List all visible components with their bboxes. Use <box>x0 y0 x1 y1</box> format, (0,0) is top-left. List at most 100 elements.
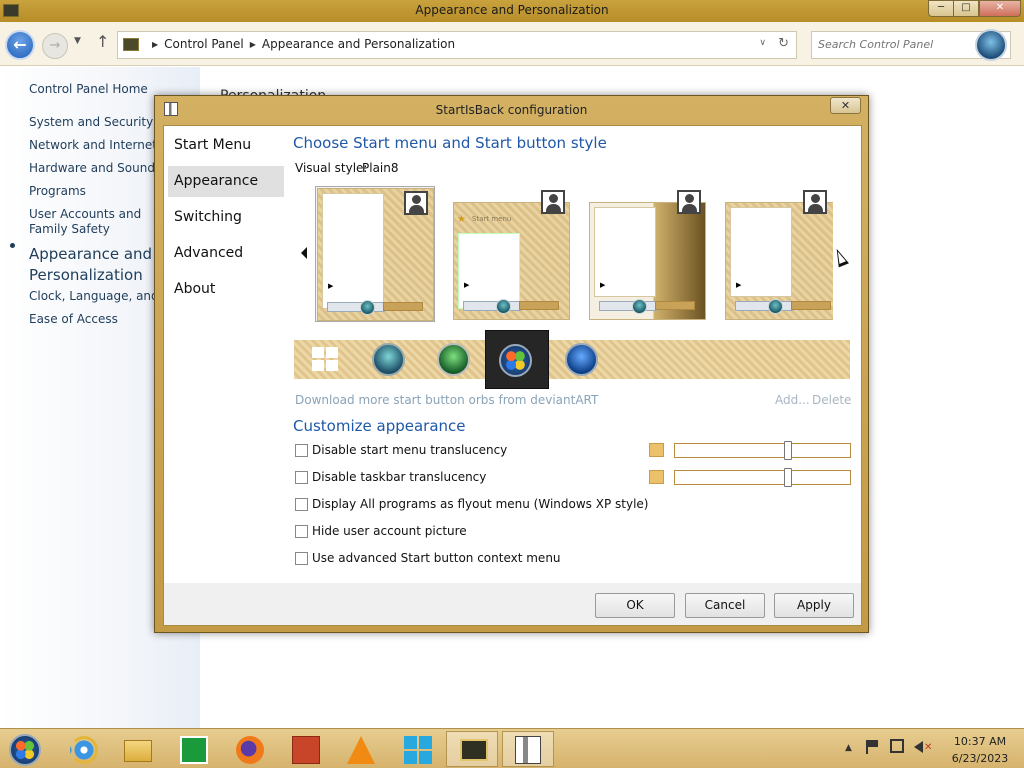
tab-switching[interactable]: Switching <box>168 202 284 233</box>
taskbar-color-swatch[interactable] <box>649 470 664 484</box>
windows-7-orb-icon[interactable] <box>499 344 532 377</box>
checkbox[interactable] <box>295 444 308 457</box>
option-label: Disable taskbar translucency <box>312 470 487 484</box>
search-input[interactable] <box>818 38 968 51</box>
clock-date[interactable]: 6/23/2023 <box>945 752 1015 765</box>
slider-thumb[interactable] <box>784 441 792 460</box>
taskbar-windows[interactable] <box>390 731 442 767</box>
refresh-icon[interactable]: ↻ <box>778 36 789 51</box>
network-icon[interactable] <box>890 739 904 753</box>
taskbar-firefox[interactable] <box>222 731 274 767</box>
show-hidden-icons-icon[interactable]: ▲ <box>845 743 852 753</box>
sidebar-item-home[interactable]: Control Panel Home <box>29 82 148 96</box>
sidebar-item-ease-of-access[interactable]: Ease of Access <box>29 312 118 326</box>
windows-8-logo-orb-icon[interactable] <box>310 343 343 376</box>
start-menu-preview: ★ Start menu ▶ <box>453 202 570 320</box>
sidebar-item-network[interactable]: Network and Internet <box>29 138 157 152</box>
menu-color-swatch[interactable] <box>649 443 664 457</box>
delete-orb-link[interactable]: Delete <box>812 393 851 407</box>
vlc-cone-icon <box>347 736 375 764</box>
taskbar-store[interactable] <box>166 731 218 767</box>
customize-section-heading: Customize appearance <box>293 417 466 435</box>
option-label: Disable start menu translucency <box>312 443 508 457</box>
download-orbs-link[interactable]: Download more start button orbs from dev… <box>295 393 598 407</box>
sidebar-item-user-accounts[interactable]: User Accounts and Family Safety <box>29 207 159 237</box>
search-bar-preview <box>463 301 521 311</box>
breadcrumb-appearance[interactable]: Appearance and Personalization <box>262 37 455 51</box>
style-thumbnail[interactable]: ▶ <box>315 186 435 322</box>
recent-locations-button[interactable]: ▼ <box>74 36 81 46</box>
windows-logo-icon <box>404 736 432 764</box>
tab-appearance[interactable]: Appearance <box>168 166 284 197</box>
breadcrumb: ▶ Control Panel ▶ Appearance and Personaliz… <box>146 37 455 51</box>
add-orb-link[interactable]: Add... <box>775 393 810 407</box>
checkbox[interactable] <box>295 471 308 484</box>
windows-7-orb-icon <box>9 734 41 766</box>
internet-explorer-icon <box>70 736 98 764</box>
star-icon: ★ <box>457 214 466 225</box>
powerpoint-icon <box>292 736 320 764</box>
taskbar-startisback[interactable] <box>502 731 554 767</box>
checkbox[interactable] <box>295 552 308 565</box>
all-programs-arrow-icon: ▶ <box>600 281 606 289</box>
slider-thumb[interactable] <box>784 468 792 487</box>
cancel-button[interactable]: Cancel <box>685 593 765 618</box>
style-thumbnail[interactable]: ▶ <box>587 186 707 322</box>
menu-panel <box>322 193 384 309</box>
start-orb-icon <box>975 29 1007 61</box>
taskbar-translucency-slider[interactable] <box>674 468 851 487</box>
menu-panel <box>458 233 520 309</box>
startisback-icon <box>515 736 541 764</box>
up-button[interactable]: ↑ <box>96 32 109 51</box>
dialog-close-button[interactable]: ✕ <box>830 97 861 114</box>
ok-button[interactable]: OK <box>595 593 675 618</box>
sidebar-item-appearance[interactable]: Appearance and Personalization <box>29 244 169 286</box>
breadcrumb-control-panel[interactable]: Control Panel <box>164 37 244 51</box>
dialog-body: Start Menu Appearance Switching Advanced… <box>163 125 862 626</box>
taskbar-control-panel[interactable] <box>446 731 498 767</box>
user-picture-icon <box>803 190 827 214</box>
sidebar-item-programs[interactable]: Programs <box>29 184 86 198</box>
maximize-button[interactable]: □ <box>953 0 979 17</box>
address-bar[interactable]: ▶ Control Panel ▶ Appearance and Personaliz… <box>117 31 797 59</box>
menu-translucency-slider[interactable] <box>674 441 851 460</box>
search-box[interactable] <box>811 29 1011 61</box>
scroll-left-arrow-icon[interactable] <box>301 247 307 259</box>
taskbar-file-explorer[interactable] <box>110 731 162 767</box>
startisback-dialog: StartIsBack configuration ✕ Start Menu A… <box>154 95 869 633</box>
tab-start-menu[interactable]: Start Menu <box>168 130 284 161</box>
close-button[interactable]: ✕ <box>979 0 1021 17</box>
sidebar-item-system-security[interactable]: System and Security <box>29 115 153 129</box>
address-dropdown-icon[interactable]: ∨ <box>759 38 766 48</box>
squares-orb-icon[interactable] <box>372 343 405 376</box>
back-button[interactable]: ← <box>5 30 35 60</box>
option-label: Hide user account picture <box>312 524 467 538</box>
mute-icon: ✕ <box>924 742 933 753</box>
shutdown-button-preview <box>655 301 695 310</box>
taskbar-internet-explorer[interactable] <box>56 731 108 767</box>
taskbar-powerpoint[interactable] <box>278 731 330 767</box>
volume-icon[interactable] <box>914 741 923 753</box>
search-bar-preview <box>599 301 657 311</box>
clover-orb-icon[interactable] <box>437 343 470 376</box>
checkbox[interactable] <box>295 525 308 538</box>
sidebar-item-hardware[interactable]: Hardware and Sound <box>29 161 155 175</box>
clock-time[interactable]: 10:37 AM <box>945 735 1015 748</box>
window-titlebar[interactable]: Appearance and Personalization ─ □ ✕ <box>0 0 1024 22</box>
taskbar-vlc[interactable] <box>334 731 386 767</box>
start-orb-icon <box>360 300 375 315</box>
forward-button[interactable]: → <box>42 33 68 59</box>
breadcrumb-separator-icon: ▶ <box>249 40 256 49</box>
style-thumbnail[interactable]: ★ Start menu ▶ <box>451 186 571 322</box>
visual-style-value: Plain8 <box>362 161 399 175</box>
tab-about[interactable]: About <box>168 274 284 305</box>
breadcrumb-separator-icon: ▶ <box>152 40 159 49</box>
apply-button[interactable]: Apply <box>774 593 854 618</box>
style-thumbnail[interactable]: ▶ <box>723 186 833 322</box>
checkbox[interactable] <box>295 498 308 511</box>
tab-advanced[interactable]: Advanced <box>168 238 284 269</box>
windows-7-blue-orb-icon[interactable] <box>565 343 598 376</box>
action-center-flag-icon[interactable] <box>866 740 878 754</box>
minimize-button[interactable]: ─ <box>928 0 954 17</box>
start-button[interactable] <box>0 731 52 767</box>
